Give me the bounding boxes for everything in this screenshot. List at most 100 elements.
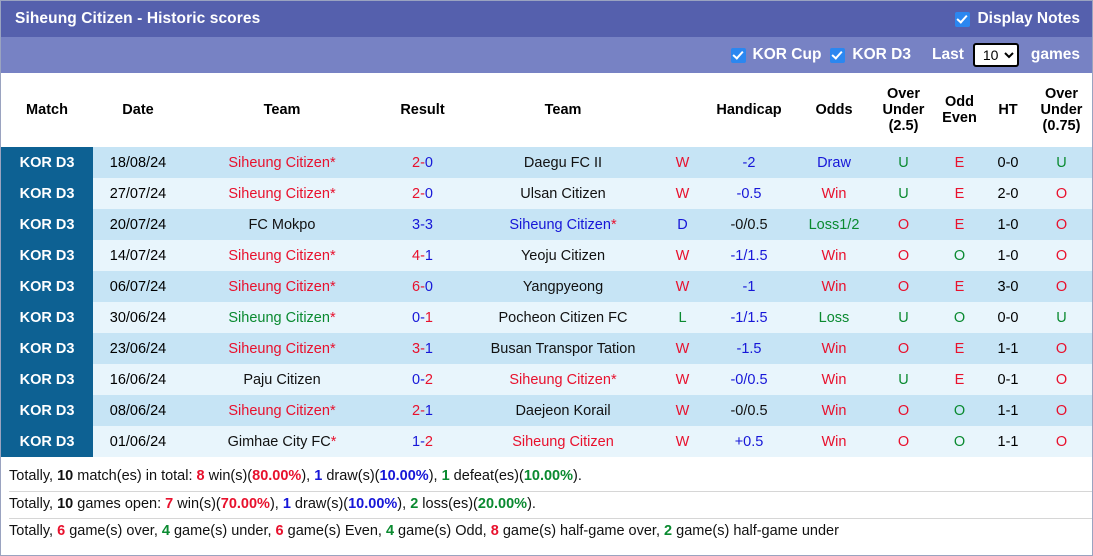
team-name: Siheung Citizen bbox=[228, 278, 330, 295]
odds-value: Win bbox=[821, 185, 847, 202]
sum1-t1: match(es) in total: bbox=[73, 468, 197, 484]
sum2-t2: win(s)( bbox=[173, 495, 221, 512]
odd-even-value: O bbox=[953, 433, 966, 450]
sum1-prefix: Totally, bbox=[9, 468, 58, 484]
score-home: 2 bbox=[412, 185, 421, 202]
cell-date: 23/06/24 bbox=[93, 333, 183, 364]
cell-over-under-25: O bbox=[873, 240, 934, 271]
score-away: 3 bbox=[424, 216, 433, 233]
sum3-t5: game(s) half-game over, bbox=[498, 523, 665, 539]
cell-home-team[interactable]: Siheung Citizen* bbox=[183, 178, 381, 209]
display-notes-checkbox[interactable] bbox=[955, 11, 971, 27]
cell-home-team[interactable]: Paju Citizen bbox=[183, 364, 381, 395]
table-row[interactable]: KOR D3 08/06/24 Siheung Citizen* 2-1 Daejeon… bbox=[1, 395, 1092, 426]
display-notes-group[interactable]: Display Notes bbox=[955, 10, 1080, 28]
score-home: 0 bbox=[412, 309, 421, 326]
over-under-25-value: O bbox=[897, 247, 910, 264]
cell-competition: KOR D3 bbox=[1, 364, 93, 395]
odd-even-value: E bbox=[954, 278, 965, 295]
sum1-defeats-pct: 10.00% bbox=[523, 468, 573, 484]
team-name: Yangpyeong bbox=[522, 278, 604, 295]
cell-date: 14/07/24 bbox=[93, 240, 183, 271]
kor-d3-checkbox[interactable] bbox=[830, 47, 846, 63]
sum2-t5: ), bbox=[397, 495, 411, 512]
table-row[interactable]: KOR D3 30/06/24 Siheung Citizen* 0-1 Pocheon… bbox=[1, 302, 1092, 333]
cell-home-team[interactable]: Siheung Citizen* bbox=[183, 240, 381, 271]
summary-line-open: Totally, 10 games open: 7 win(s)(70.00%)… bbox=[9, 492, 1092, 519]
cell-home-team[interactable]: FC Mokpo bbox=[183, 209, 381, 240]
cell-home-team[interactable]: Siheung Citizen* bbox=[183, 271, 381, 302]
odd-even-value: E bbox=[954, 371, 965, 388]
score-home: 2 bbox=[412, 154, 421, 171]
kor-d3-filter[interactable]: KOR D3 bbox=[830, 46, 911, 64]
cell-over-under-25: U bbox=[873, 302, 934, 333]
table-row[interactable]: KOR D3 16/06/24 Paju Citizen 0-2 Siheung Cit… bbox=[1, 364, 1092, 395]
team-name: Siheung Citizen bbox=[228, 309, 330, 326]
table-row[interactable]: KOR D3 27/07/24 Siheung Citizen* 2-0 Ulsan C… bbox=[1, 178, 1092, 209]
team-name: Daegu FC II bbox=[523, 154, 603, 171]
table-row[interactable]: KOR D3 18/08/24 Siheung Citizen* 2-0 Daegu F… bbox=[1, 147, 1092, 178]
result-wdl: W bbox=[675, 371, 690, 388]
cell-home-team[interactable]: Siheung Citizen* bbox=[183, 333, 381, 364]
table-row[interactable]: KOR D3 01/06/24 Gimhae City FC* 1-2 Siheung … bbox=[1, 426, 1092, 457]
cell-odds: Win bbox=[795, 426, 873, 457]
score-away: 1 bbox=[424, 402, 433, 419]
cell-away-team[interactable]: Daegu FC II bbox=[464, 147, 662, 178]
header-ou075-line1: Over bbox=[1044, 85, 1079, 102]
games-count-select[interactable]: 10 bbox=[972, 43, 1019, 67]
table-row[interactable]: KOR D3 14/07/24 Siheung Citizen* 4-1 Yeoju C… bbox=[1, 240, 1092, 271]
cell-over-under-25: O bbox=[873, 426, 934, 457]
cell-odds: Loss1/2 bbox=[795, 209, 873, 240]
cell-away-team[interactable]: Yeoju Citizen bbox=[464, 240, 662, 271]
cell-odds: Draw bbox=[795, 147, 873, 178]
cell-date: 18/08/24 bbox=[93, 147, 183, 178]
cell-away-team[interactable]: Busan Transpor Tation bbox=[464, 333, 662, 364]
sum2-t7: ). bbox=[527, 495, 536, 512]
team-name: Siheung Citizen bbox=[228, 340, 330, 357]
kor-cup-checkbox[interactable] bbox=[730, 47, 746, 63]
cell-odds: Loss bbox=[795, 302, 873, 333]
team-name: Siheung Citizen bbox=[509, 371, 611, 388]
cell-away-team[interactable]: Siheung Citizen* bbox=[464, 364, 662, 395]
cell-away-team[interactable]: Siheung Citizen bbox=[464, 426, 662, 457]
home-marker-asterisk: * bbox=[329, 309, 336, 326]
cell-away-team[interactable]: Ulsan Citizen bbox=[464, 178, 662, 209]
odd-even-value: E bbox=[954, 185, 965, 202]
cell-date: 30/06/24 bbox=[93, 302, 183, 333]
cell-home-team[interactable]: Siheung Citizen* bbox=[183, 395, 381, 426]
cell-odd-even: E bbox=[934, 178, 985, 209]
cell-away-team[interactable]: Daejeon Korail bbox=[464, 395, 662, 426]
cell-handicap: +0.5 bbox=[703, 426, 795, 457]
cell-over-under-25: U bbox=[873, 178, 934, 209]
cell-home-team[interactable]: Siheung Citizen* bbox=[183, 302, 381, 333]
home-marker-asterisk: * bbox=[329, 185, 336, 202]
table-row[interactable]: KOR D3 23/06/24 Siheung Citizen* 3-1 Busan T… bbox=[1, 333, 1092, 364]
odd-even-value: E bbox=[954, 154, 965, 171]
odds-value: Loss1/2 bbox=[808, 216, 860, 233]
cell-over-under-075: O bbox=[1031, 240, 1092, 271]
result-wdl: W bbox=[675, 433, 690, 450]
historic-scores-table: Match Date Team Result Team Handicap Odd… bbox=[1, 73, 1092, 457]
cell-away-team[interactable]: Siheung Citizen* bbox=[464, 209, 662, 240]
cell-away-team[interactable]: Pocheon Citizen FC bbox=[464, 302, 662, 333]
header-oddeven-line1: Odd bbox=[945, 93, 974, 110]
header-ou25-line2: Under bbox=[882, 101, 925, 118]
sum3-under: 4 bbox=[161, 523, 170, 539]
table-row[interactable]: KOR D3 06/07/24 Siheung Citizen* 6-0 Yangpye… bbox=[1, 271, 1092, 302]
cell-home-team[interactable]: Siheung Citizen* bbox=[183, 147, 381, 178]
result-wdl: W bbox=[675, 185, 690, 202]
cell-over-under-25: U bbox=[873, 147, 934, 178]
kor-cup-filter[interactable]: KOR Cup bbox=[730, 46, 821, 64]
cell-away-team[interactable]: Yangpyeong bbox=[464, 271, 662, 302]
cell-odds: Win bbox=[795, 178, 873, 209]
games-label: games bbox=[1030, 46, 1080, 63]
cell-odds: Win bbox=[795, 364, 873, 395]
sum2-prefix: Totally, bbox=[9, 495, 58, 512]
result-wdl: W bbox=[675, 278, 690, 295]
sum3-t1: game(s) over, bbox=[65, 523, 162, 539]
cell-over-under-25: O bbox=[873, 333, 934, 364]
over-under-075-value: O bbox=[1055, 216, 1068, 233]
header-match: Match bbox=[1, 73, 93, 147]
cell-home-team[interactable]: Gimhae City FC* bbox=[183, 426, 381, 457]
table-row[interactable]: KOR D3 20/07/24 FC Mokpo 3-3 Siheung Citizen… bbox=[1, 209, 1092, 240]
